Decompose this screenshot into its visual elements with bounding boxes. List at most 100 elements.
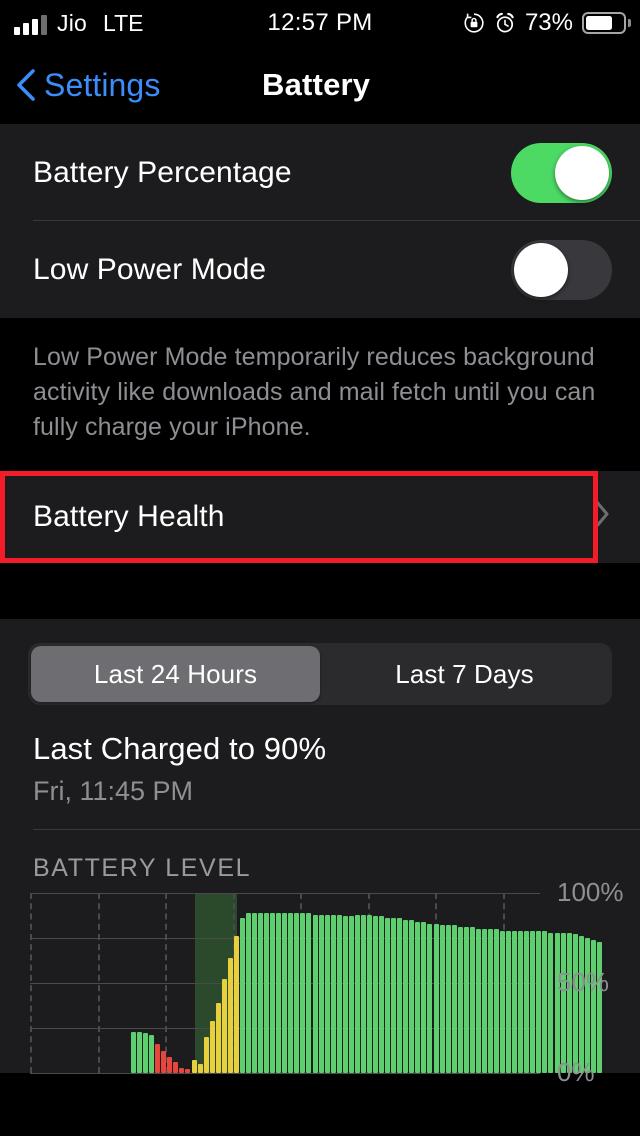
chart-y-tick-label: 100% [557,877,624,907]
chart-bar [481,929,487,1073]
battery-health-section: Battery Health [0,471,640,563]
chart-gridline-h [30,1073,540,1074]
battery-settings-screen: Jio LTE 12:57 PM 73% Settings Battery Ba… [0,0,640,1136]
low-power-mode-footnote: Low Power Mode temporarily reduces backg… [0,318,640,471]
chart-bar [427,923,433,1073]
chart-bar [494,929,499,1073]
chart-bar [288,912,294,1073]
chart-bar [530,930,536,1073]
chart-bar [306,912,312,1073]
segment-last-7-days[interactable]: Last 7 Days [320,646,609,702]
chart-bar [439,925,445,1073]
chart-bar [487,929,493,1073]
chart-bar [548,932,554,1073]
battery-percentage-label: Battery Percentage [33,155,292,189]
chart-bar [536,930,542,1073]
chart-bar [445,925,451,1073]
chart-bar [336,914,342,1073]
row-battery-health[interactable]: Battery Health [0,471,640,563]
chart-bar [245,912,251,1073]
chevron-left-icon [14,67,38,103]
chart-bar [215,1002,221,1073]
chart-bar [227,957,233,1073]
chart-bar [415,921,421,1073]
chart-bar [149,1035,155,1073]
status-bar-clock: 12:57 PM [267,9,373,36]
chart-bar [167,1056,173,1073]
chart-bar [342,916,348,1073]
chart-bar [197,1064,203,1073]
last-charged-block: Last Charged to 90% Fri, 11:45 PM [0,705,640,807]
chart-bar [300,912,306,1073]
status-bar: Jio LTE 12:57 PM 73% [0,0,640,46]
chart-bar [373,916,378,1073]
chart-y-tick-label: 0% [557,1057,595,1087]
low-power-mode-toggle[interactable] [511,239,612,300]
chart-bar [433,923,439,1073]
battery-level-chart: 100% 50% 0% [30,877,640,1087]
chart-bar [137,1031,143,1073]
back-button[interactable]: Settings [0,67,160,104]
chart-bar [179,1067,185,1073]
segment-last-24-hours[interactable]: Last 24 Hours [31,646,320,702]
chart-bar [391,918,397,1073]
section-gap [0,563,640,619]
chart-bar [469,927,475,1073]
last-charged-title: Last Charged to 90% [33,731,327,766]
chart-bar [366,914,372,1073]
chart-bar [506,930,512,1073]
battery-usage-section: Last 24 Hours Last 7 Days Last Charged t… [0,619,640,1087]
chart-bar [131,1031,136,1073]
chart-bar [475,929,481,1073]
chart-bar [397,918,403,1073]
chart-bar [161,1051,167,1073]
chart-y-tick-label: 50% [557,967,610,997]
chart-bar [354,914,360,1073]
chart-bar [239,918,245,1073]
chart-plot-area [30,893,602,1074]
battery-icon [582,12,631,34]
chart-bar [203,1037,209,1073]
chart-bar [143,1033,149,1073]
chart-bar [282,912,288,1073]
chart-bar [512,930,518,1073]
chart-bar [524,930,530,1073]
chart-y-axis-labels: 100% 50% 0% [557,877,640,1087]
chart-bar [209,1020,215,1073]
row-battery-percentage[interactable]: Battery Percentage [0,124,640,221]
chart-bar [155,1044,161,1073]
row-low-power-mode[interactable]: Low Power Mode [0,221,640,318]
chart-bar [542,930,548,1073]
chart-bar [379,916,385,1073]
chart-bar [421,921,427,1073]
battery-percentage-toggle[interactable] [511,142,612,203]
back-button-label: Settings [44,66,161,103]
chart-bar [221,979,227,1073]
time-range-segmented-control[interactable]: Last 24 Hours Last 7 Days [28,643,612,705]
chart-bar [294,912,300,1073]
chart-bar [318,914,324,1073]
chart-bar [330,914,336,1073]
chart-bar [252,912,257,1073]
chart-bar [457,927,463,1073]
low-power-mode-label: Low Power Mode [33,252,267,286]
chart-bar [518,930,524,1073]
page-title: Battery [262,67,371,102]
chart-bar [185,1069,191,1073]
chart-bar [276,912,282,1073]
chart-bar [360,914,366,1073]
chevron-right-icon [592,497,612,537]
chart-bar [463,927,469,1073]
chart-bar [264,912,270,1073]
navigation-bar: Settings Battery [0,46,640,124]
chart-bar [500,930,506,1073]
battery-toggles-group: Battery Percentage Low Power Mode [0,124,640,318]
chart-bar [191,1060,197,1073]
chart-bar [312,914,318,1073]
chart-bar [258,912,264,1073]
chart-bar [270,912,276,1073]
chart-bar [409,920,415,1073]
chart-section-header: BATTERY LEVEL [33,854,252,882]
chart-bars [30,893,602,1073]
chart-bar [403,920,409,1073]
